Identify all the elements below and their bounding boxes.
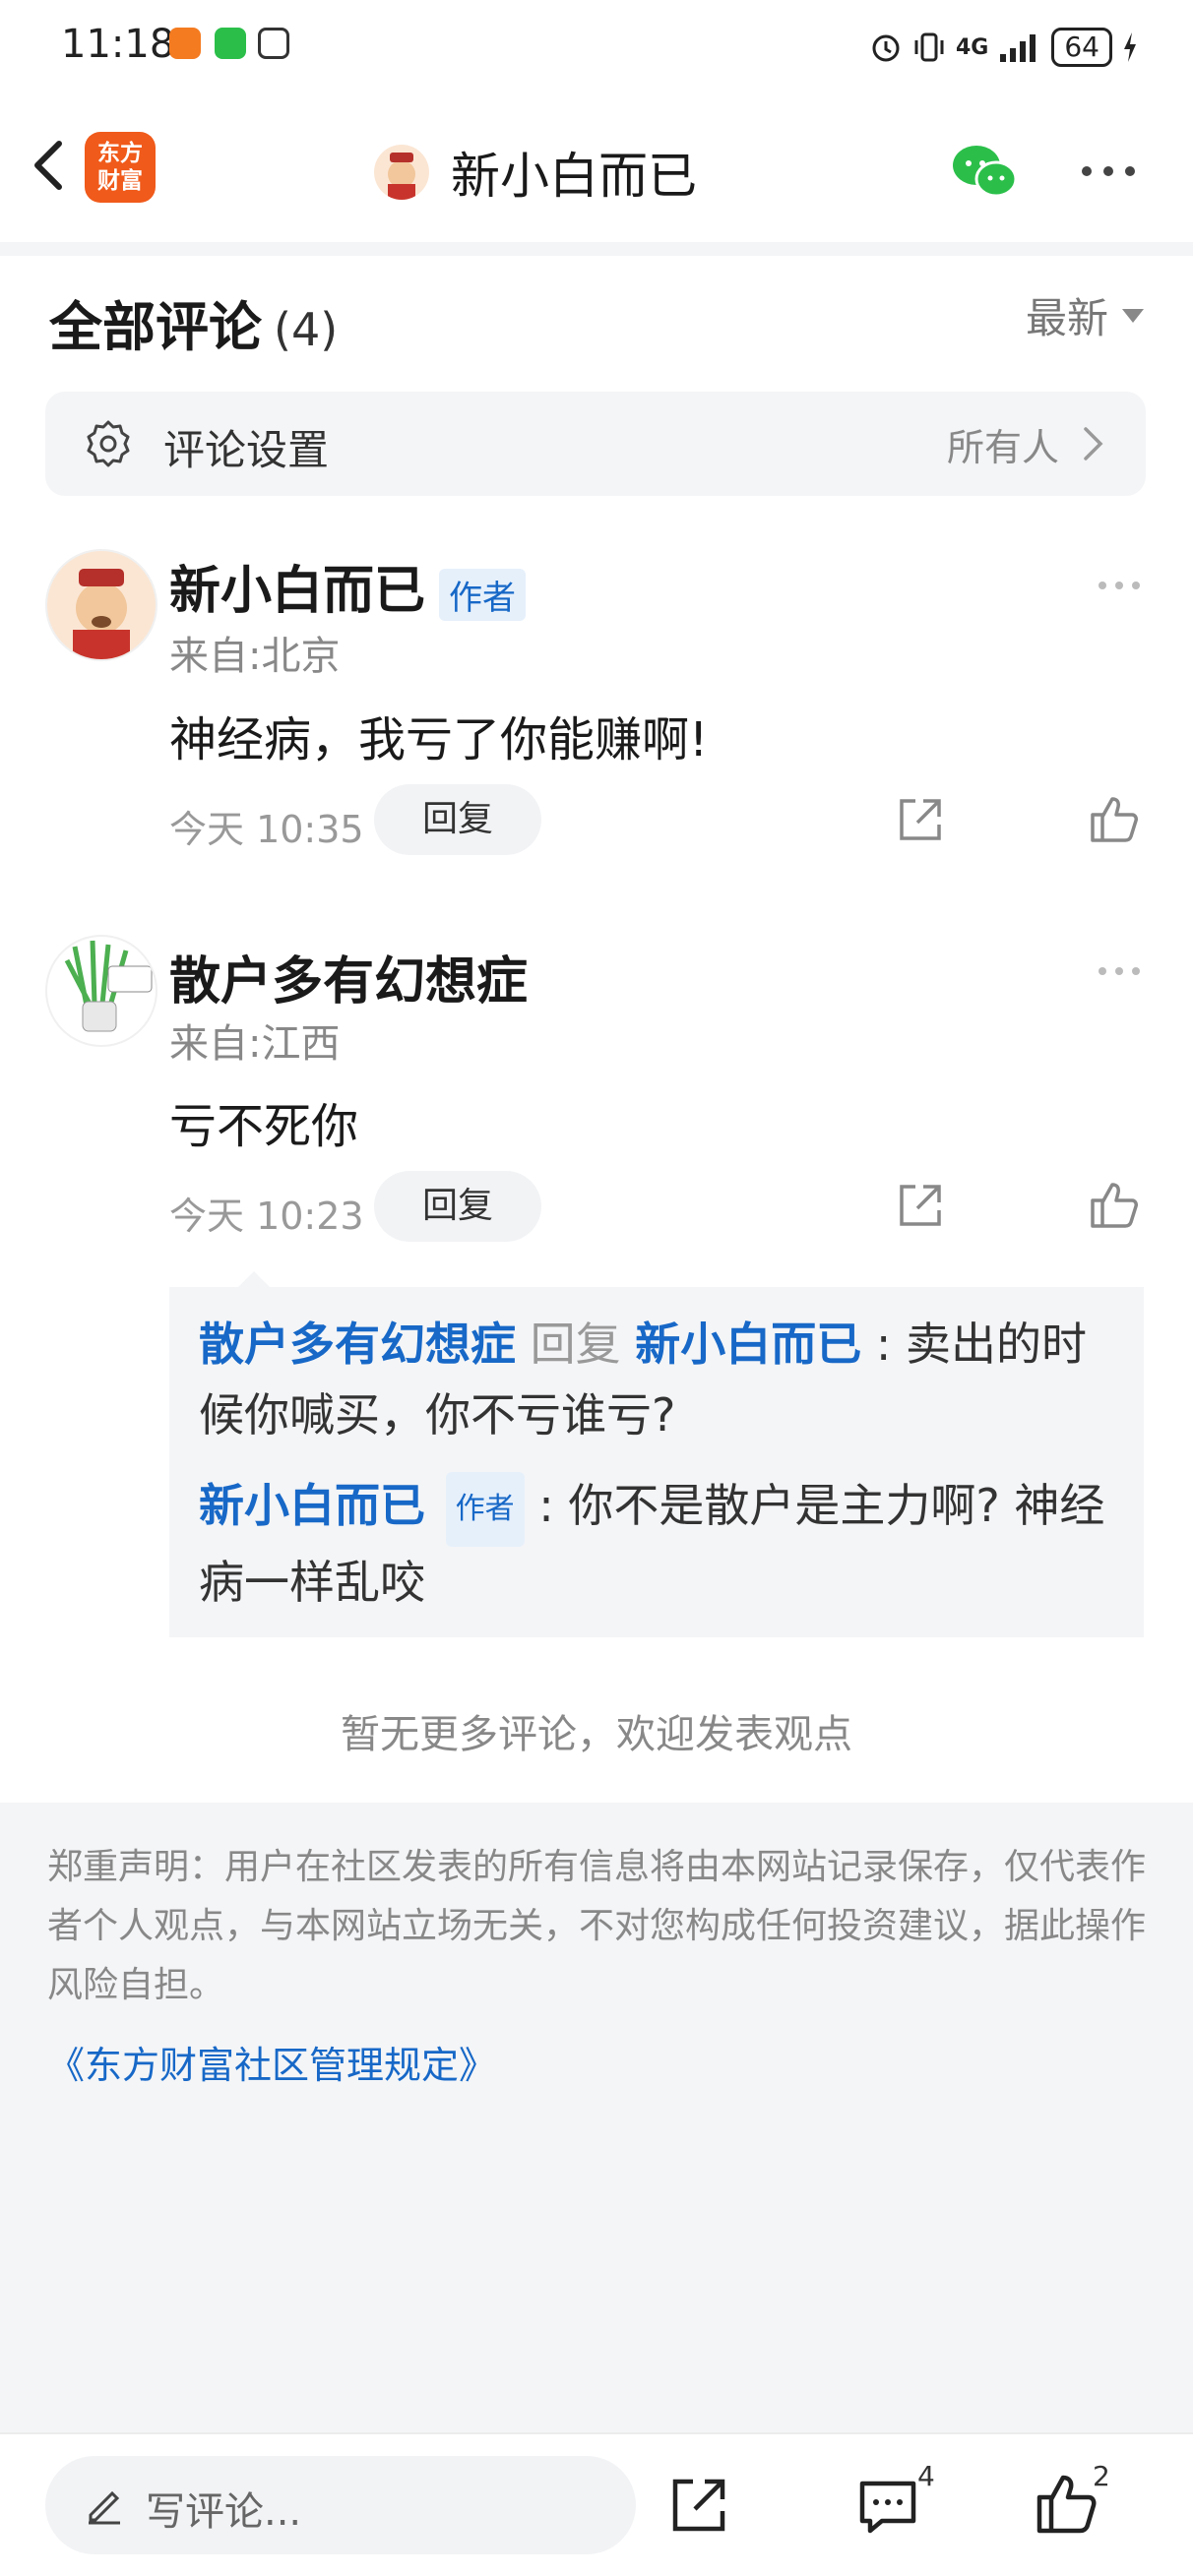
reply-item[interactable]: 散户多有幻想症 回复 新小白而已 : 卖出的时候你喊买，你不亏谁亏?: [199, 1309, 1124, 1450]
comment-settings-value: 所有人: [946, 426, 1059, 469]
reply-button[interactable]: 回复: [374, 1171, 541, 1242]
nav-title: 新小白而已: [451, 148, 697, 205]
share-icon[interactable]: [894, 795, 945, 846]
eastmoney-logo[interactable]: 东方 财富: [85, 132, 156, 203]
pencil-icon: [89, 2490, 120, 2525]
like-icon[interactable]: [1036, 2472, 1099, 2535]
author-badge: 作者: [439, 568, 527, 621]
comment-time: 今天 10:23: [169, 1195, 364, 1238]
comment-settings-row[interactable]: 评论设置 所有人: [45, 392, 1146, 496]
user-avatar: [374, 145, 429, 200]
reply-user[interactable]: 散户多有幻想症: [199, 1318, 516, 1371]
commenter-avatar[interactable]: [45, 549, 157, 661]
comments-count: (4): [274, 303, 339, 356]
alarm-icon: [872, 34, 900, 62]
share-icon[interactable]: [894, 1181, 945, 1232]
wechat-share-icon[interactable]: [949, 142, 1020, 201]
replies-box: 散户多有幻想症 回复 新小白而已 : 卖出的时候你喊买，你不亏谁亏? 新小白而已…: [169, 1287, 1144, 1637]
author-badge: 作者: [445, 1471, 525, 1547]
like-count-badge: 2: [1093, 2460, 1110, 2492]
status-time: 11:18: [61, 22, 175, 67]
reply-user[interactable]: 新小白而已: [199, 1479, 425, 1532]
comment-author[interactable]: 新小白而已 作者: [169, 549, 527, 623]
more-options-icon[interactable]: [1079, 163, 1138, 179]
comment-author-name[interactable]: 散户多有幻想症: [169, 940, 528, 1013]
reply-button[interactable]: 回复: [374, 784, 541, 855]
nav-bar: 东方 财富 新小白而已: [0, 94, 1193, 242]
comment-time: 今天 10:35: [169, 808, 364, 851]
comment-more-icon[interactable]: [1097, 965, 1142, 977]
comments-heading: 全部评论 (4): [49, 283, 338, 361]
reply-item[interactable]: 新小白而已 作者 : 你不是散户是主力啊? 神经病一样乱咬: [199, 1470, 1124, 1618]
bottom-bar: 写评论... 4 2: [0, 2432, 1193, 2576]
status-right-icons: 4G 64: [869, 24, 1138, 71]
disclaimer-text: 郑重声明：用户在社区发表的所有信息将由本网站记录保存，仅代表作者个人观点，与本网…: [47, 1847, 1147, 2005]
comment-count-badge: 4: [917, 2460, 935, 2492]
gear-icon: [87, 420, 130, 467]
logo-text-2: 财富: [97, 168, 143, 194]
community-rules-link[interactable]: 《东方财富社区管理规定》: [47, 2035, 496, 2089]
sort-label: 最新: [1025, 294, 1108, 342]
comment-location: 来自:江西: [169, 1021, 341, 1067]
signal-icon: [1000, 34, 1036, 62]
footer: 郑重声明：用户在社区发表的所有信息将由本网站记录保存，仅代表作者个人观点，与本网…: [0, 1803, 1193, 2432]
comment-text: 亏不死你: [169, 1099, 359, 1154]
comment-author-name: 新小白而已: [169, 562, 426, 621]
comments-title: 全部评论: [49, 296, 262, 358]
dropdown-triangle-icon: [1122, 308, 1144, 323]
status-bar: 11:18 4G 64: [0, 0, 1193, 94]
nfc-icon: [258, 28, 289, 59]
comment-text: 神经病，我亏了你能赚啊!: [169, 712, 709, 767]
app-notification-icon: [169, 28, 201, 59]
share-icon[interactable]: [667, 2474, 730, 2537]
write-comment-placeholder: 写评论...: [146, 2489, 302, 2535]
nav-user[interactable]: 新小白而已: [374, 138, 697, 207]
logo-text-1: 东方: [97, 141, 143, 166]
reply-action: 回复: [530, 1318, 621, 1371]
charging-icon: [1124, 32, 1136, 62]
like-icon[interactable]: [1089, 793, 1140, 844]
comment-more-icon[interactable]: [1097, 580, 1142, 591]
commenter-avatar[interactable]: [45, 935, 157, 1047]
like-icon[interactable]: [1089, 1179, 1140, 1230]
header-divider: [0, 242, 1193, 256]
network-type: 4G: [955, 34, 989, 60]
vibrate-icon: [914, 32, 944, 62]
sort-dropdown[interactable]: 最新: [1026, 285, 1144, 345]
reply-target[interactable]: 新小白而已: [635, 1318, 861, 1371]
comment-settings-label: 评论设置: [163, 426, 330, 474]
chevron-right-icon: [1084, 427, 1103, 460]
wechat-notification-icon: [215, 28, 246, 59]
battery-level: 64: [1051, 28, 1112, 67]
comment-location: 来自:北京: [169, 634, 341, 679]
no-more-comments: 暂无更多评论，欢迎发表观点: [341, 1712, 852, 1757]
comment-icon[interactable]: [856, 2476, 919, 2539]
back-arrow-icon[interactable]: [22, 136, 81, 195]
write-comment-input[interactable]: 写评论...: [45, 2456, 636, 2554]
